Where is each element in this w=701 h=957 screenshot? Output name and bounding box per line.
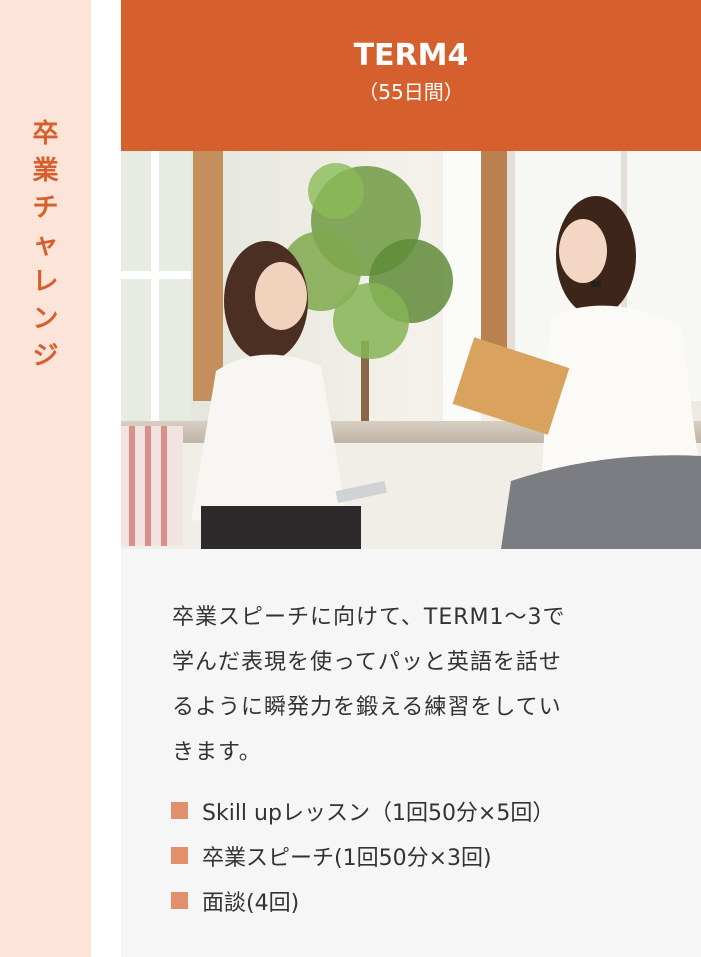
description-line: 学んだ表現を使ってパッと英語を話せ <box>172 650 562 675</box>
lesson-photo <box>121 151 701 549</box>
list-item: 面談(4回) <box>171 878 671 923</box>
photo-image <box>121 151 701 549</box>
label-char: ジ <box>32 341 59 371</box>
term-description: 卒業スピーチに向けて、TERM1～3で 学んだ表現を使ってパッと英語を話せ るよ… <box>172 595 662 775</box>
term-duration: （55日間） <box>358 80 464 104</box>
side-band: 卒 業 チ ャ レ ン ジ <box>0 0 91 957</box>
vertical-section-label: 卒 業 チ ャ レ ン ジ <box>0 116 91 375</box>
label-char: チ <box>32 193 59 223</box>
square-bullet-icon <box>171 802 188 819</box>
term-card: TERM4 （55日間） 卒業スピーチに向けて、TERM1～3で 学んだ表現を使… <box>121 0 701 957</box>
description-line: きます。 <box>172 740 262 765</box>
term-title: TERM4 <box>353 38 469 73</box>
list-item-label: 面談(4回) <box>202 890 300 916</box>
label-char: ャ <box>32 230 59 260</box>
label-char: 卒 <box>32 119 59 149</box>
label-char: 業 <box>32 156 59 186</box>
square-bullet-icon <box>171 847 188 864</box>
list-item-label: Skill upレッスン（1回50分×5回） <box>202 800 555 826</box>
label-char: レ <box>32 267 59 297</box>
list-item: 卒業スピーチ(1回50分×3回) <box>171 833 671 878</box>
term-header: TERM4 （55日間） <box>121 0 701 151</box>
lesson-list: Skill upレッスン（1回50分×5回） 卒業スピーチ(1回50分×3回) … <box>171 788 671 923</box>
list-item-label: 卒業スピーチ(1回50分×3回) <box>202 845 492 871</box>
label-char: ン <box>32 304 59 334</box>
list-item: Skill upレッスン（1回50分×5回） <box>171 788 671 833</box>
description-line: 卒業スピーチに向けて、TERM1～3で <box>172 605 566 630</box>
square-bullet-icon <box>171 892 188 909</box>
description-line: るように瞬発力を鍛える練習をしてい <box>172 695 562 720</box>
